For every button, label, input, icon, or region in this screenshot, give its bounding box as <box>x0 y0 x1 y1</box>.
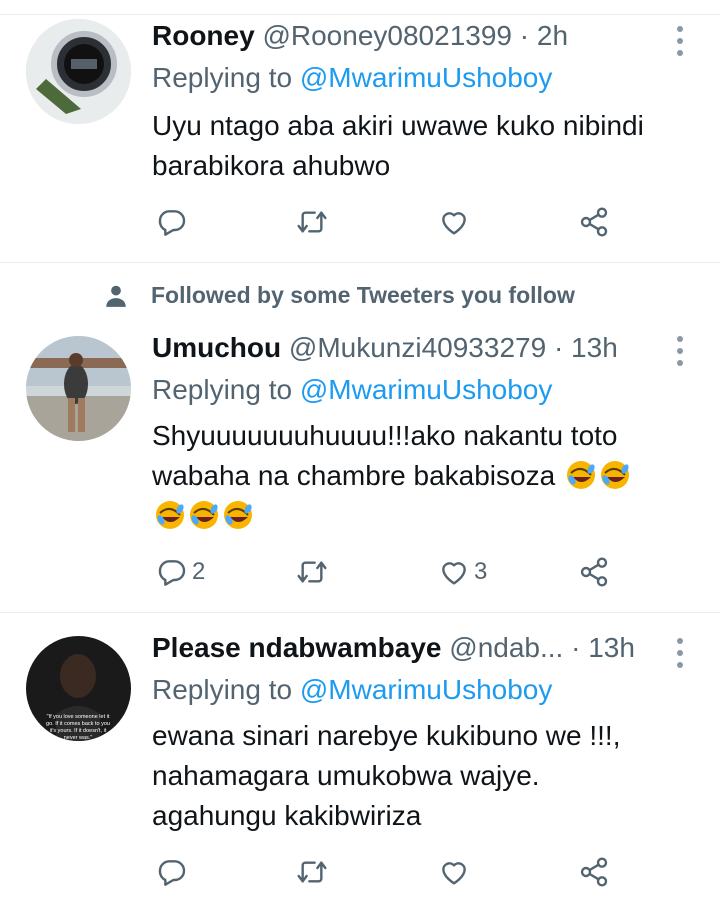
user-handle[interactable]: @ndab... <box>449 632 563 663</box>
share-button[interactable] <box>578 852 610 892</box>
replying-to: Replying to @MwarimuUshoboy <box>152 62 552 94</box>
mention-link[interactable]: @MwarimuUshoboy <box>300 62 553 93</box>
mention-link[interactable]: @MwarimuUshoboy <box>300 374 553 405</box>
svg-text:never was.": never was." <box>64 735 93 741</box>
replying-to: Replying to @MwarimuUshoboy <box>152 374 552 406</box>
retweet-icon <box>296 856 328 888</box>
retweet-button[interactable] <box>296 552 332 592</box>
tweet-actions: 2 3 <box>152 552 622 592</box>
display-name[interactable]: Please ndabwambaye <box>152 632 441 663</box>
replying-prefix: Replying to <box>152 62 293 93</box>
retweet-button[interactable] <box>296 852 332 892</box>
share-button[interactable] <box>578 552 610 592</box>
tweet-text-line: Shyuuuuuuuhuuuu!!!ako nakantu toto <box>152 420 618 451</box>
reply-icon <box>156 856 188 888</box>
quote-portrait-photo-icon: "If you love someone let it go. If it co… <box>26 636 131 741</box>
like-count: 3 <box>474 558 488 585</box>
retweet-button[interactable] <box>296 202 332 242</box>
avatar[interactable] <box>26 19 131 124</box>
watch-photo-icon <box>26 19 131 124</box>
svg-text:it's yours. If it doesn't, it: it's yours. If it doesn't, it <box>50 728 107 734</box>
display-name[interactable]: Umuchou <box>152 332 281 363</box>
reply-count: 2 <box>192 558 206 585</box>
reply-icon <box>156 206 188 238</box>
separator-dot: · <box>571 632 581 663</box>
svg-text:go. If it comes back to you: go. If it comes back to you <box>46 721 110 727</box>
separator-dot: · <box>519 20 530 51</box>
heart-icon <box>438 556 470 588</box>
reply-icon <box>156 556 188 588</box>
share-button[interactable] <box>578 202 610 242</box>
timestamp[interactable]: 2h <box>537 20 568 51</box>
tweet-header: Umuchou @Mukunzi40933279 · 13h <box>152 332 618 364</box>
tweet-text-line: ewana sinari narebye kukibuno we !!!, <box>152 720 621 751</box>
mention-link[interactable]: @MwarimuUshoboy <box>300 674 553 705</box>
tweet-text-line-with-emoji: wabaha na chambre bakabisoza <box>152 456 692 496</box>
replying-to: Replying to @MwarimuUshoboy <box>152 674 552 706</box>
avatar[interactable]: "If you love someone let it go. If it co… <box>26 636 131 741</box>
reply-button[interactable]: 2 <box>156 552 205 592</box>
tweet-text-line: Uyu ntago aba akiri uwawe kuko nibindi <box>152 110 644 141</box>
timestamp[interactable]: 13h <box>588 632 635 663</box>
rolling-laughing-emoji-icon <box>188 499 220 531</box>
social-context-text: Followed by some Tweeters you follow <box>151 282 575 308</box>
tweet-header: Rooney @Rooney08021399 · 2h <box>152 20 568 52</box>
emoji-line <box>152 496 692 536</box>
retweet-icon <box>296 206 328 238</box>
rolling-laughing-emoji-icon <box>154 499 186 531</box>
more-options-icon[interactable] <box>668 24 692 58</box>
tweet-umuchou[interactable]: Followed by some Tweeters you follow Umu… <box>0 262 720 612</box>
share-icon <box>578 856 610 888</box>
replying-prefix: Replying to <box>152 374 293 405</box>
timestamp[interactable]: 13h <box>571 332 618 363</box>
user-handle[interactable]: @Mukunzi40933279 <box>289 332 546 363</box>
avatar[interactable] <box>26 336 131 441</box>
more-options-icon[interactable] <box>668 334 692 368</box>
person-icon <box>106 285 126 307</box>
separator-dot: · <box>553 332 564 363</box>
tweet-text: Uyu ntago aba akiri uwawe kuko nibindi b… <box>152 106 692 186</box>
share-icon <box>578 556 610 588</box>
tweet-text-line: nahamagara umukobwa wajye. <box>152 760 540 791</box>
like-button[interactable] <box>438 202 474 242</box>
display-name[interactable]: Rooney <box>152 20 255 51</box>
replying-prefix: Replying to <box>152 674 293 705</box>
tweet-text: Shyuuuuuuuhuuuu!!!ako nakantu toto wabah… <box>152 416 692 536</box>
reply-button[interactable] <box>156 202 192 242</box>
tweet-actions <box>152 852 622 892</box>
heart-icon <box>438 206 470 238</box>
heart-icon <box>438 856 470 888</box>
tweet-text-line: agahungu kakibwiriza <box>152 800 422 831</box>
tweet-please-ndabwambaye[interactable]: "If you love someone let it go. If it co… <box>0 612 720 898</box>
reply-button[interactable] <box>156 852 192 892</box>
retweet-icon <box>296 556 328 588</box>
tweet-header: Please ndabwambaye @ndab... · 13h <box>152 632 635 664</box>
like-button[interactable] <box>438 852 474 892</box>
svg-text:"If you love someone let it: "If you love someone let it <box>47 714 110 720</box>
rolling-laughing-emoji-icon <box>565 459 597 491</box>
social-context: Followed by some Tweeters you follow <box>103 282 575 309</box>
tweet-text-line: barabikora ahubwo <box>152 150 391 181</box>
rolling-laughing-emoji-icon <box>599 459 631 491</box>
woman-photo-icon <box>26 336 131 441</box>
like-button[interactable]: 3 <box>438 552 487 592</box>
tweet-text: ewana sinari narebye kukibuno we !!!, na… <box>152 716 692 836</box>
tweet-rooney[interactable]: Rooney @Rooney08021399 · 2h Replying to … <box>0 0 720 262</box>
rolling-laughing-emoji-icon <box>222 499 254 531</box>
tweet-actions <box>152 202 622 242</box>
user-handle[interactable]: @Rooney08021399 <box>262 20 512 51</box>
share-icon <box>578 206 610 238</box>
more-options-icon[interactable] <box>668 636 692 670</box>
